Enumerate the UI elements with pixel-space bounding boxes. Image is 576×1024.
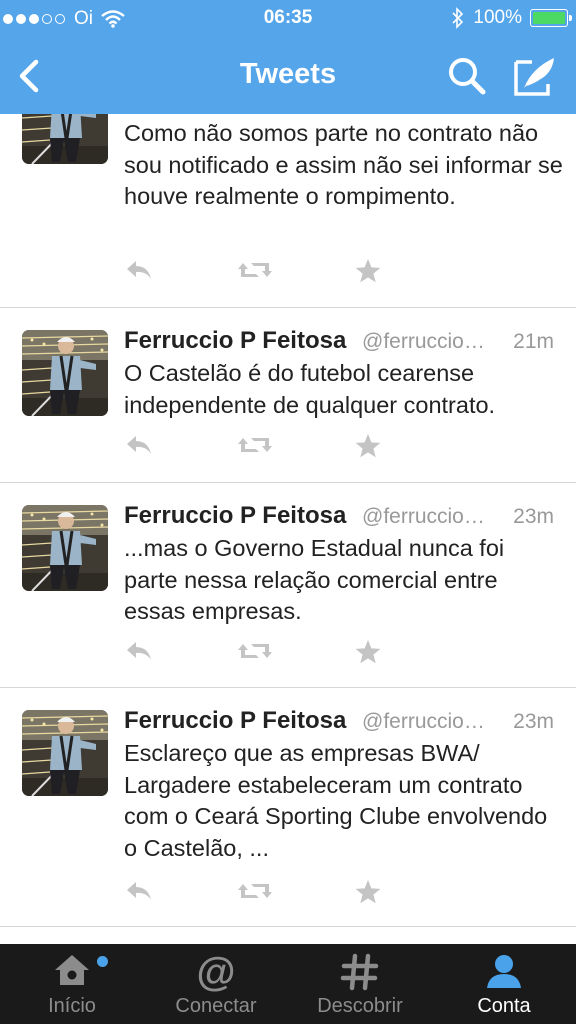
tweet-item[interactable]: Ferruccio P Feitosa @ferruccio… 23m Escl… — [0, 688, 576, 927]
favorite-star-icon[interactable] — [355, 879, 381, 905]
tweet-actions — [124, 879, 424, 909]
person-icon — [487, 955, 521, 988]
tweet-text: Esclareço que as empresas BWA/ Largadere… — [124, 740, 548, 861]
tab-descobrir[interactable]: Descobrir — [288, 944, 432, 1024]
reply-icon[interactable] — [124, 879, 154, 903]
battery-icon — [530, 9, 572, 27]
tweet-author-handle: @ferruccio… — [362, 330, 485, 353]
avatar[interactable] — [22, 505, 108, 591]
tab-bar: Início @ Conectar Descobrir Conta — [0, 944, 576, 1024]
header-bar: Oi 06:35 100% Tweets — [0, 0, 576, 114]
tab-label: Descobrir — [317, 995, 403, 1017]
tab-conta[interactable]: Conta — [432, 944, 576, 1024]
battery-level — [533, 12, 565, 24]
favorite-star-icon[interactable] — [355, 258, 381, 284]
tweet-text: ...mas o Governo Estadual nunca foi part… — [124, 535, 505, 624]
bluetooth-icon — [452, 7, 464, 29]
tweet-author-name: Ferruccio P Feitosa — [124, 327, 347, 354]
tweet-timestamp: 23m — [513, 505, 554, 528]
retweet-icon[interactable] — [237, 639, 273, 663]
retweet-icon[interactable] — [237, 258, 273, 282]
home-icon — [55, 955, 89, 985]
avatar[interactable] — [22, 330, 108, 416]
at-icon: @ — [196, 952, 235, 992]
favorite-star-icon[interactable] — [355, 433, 381, 459]
avatar[interactable] — [22, 114, 108, 164]
tweet-item[interactable]: Ferruccio P Feitosa @ferruccio… 21m O Ca… — [0, 308, 576, 483]
tweet-author-handle: @ferruccio… — [362, 710, 485, 733]
nav-bar: Tweets — [0, 38, 576, 114]
avatar[interactable] — [22, 710, 108, 796]
reply-icon[interactable] — [124, 433, 154, 457]
reply-icon[interactable] — [124, 639, 154, 663]
tweet-timeline[interactable]: Como não somos parte no contrato não sou… — [0, 114, 576, 944]
tweet-author-name: Ferruccio P Feitosa — [124, 707, 347, 734]
retweet-icon[interactable] — [237, 433, 273, 457]
reply-icon[interactable] — [124, 258, 154, 282]
tab-inicio[interactable]: Início — [0, 944, 144, 1024]
tweet-author-handle: @ferruccio… — [362, 505, 485, 528]
favorite-star-icon[interactable] — [355, 639, 381, 665]
battery-percent: 100% — [473, 7, 522, 28]
battery-cap — [569, 15, 572, 21]
search-icon[interactable] — [445, 56, 489, 96]
tab-label: Início — [48, 995, 96, 1017]
tweet-timestamp: 21m — [513, 330, 554, 353]
hashtag-icon — [340, 953, 379, 991]
tab-conectar[interactable]: @ Conectar — [144, 944, 288, 1024]
notification-dot — [97, 956, 108, 967]
tweet-actions — [124, 258, 424, 288]
tweet-text: O Castelão é do futebol cearense indepen… — [124, 360, 496, 418]
compose-icon[interactable] — [512, 54, 558, 98]
tweet-actions — [124, 433, 424, 463]
tweet-item[interactable]: Ferruccio P Feitosa @ferruccio… 23m ...m… — [0, 483, 576, 688]
svg-text:@: @ — [196, 952, 235, 992]
status-bar: Oi 06:35 100% — [0, 0, 576, 38]
retweet-icon[interactable] — [237, 879, 273, 903]
tweet-author-name: Ferruccio P Feitosa — [124, 502, 347, 529]
tweet-item[interactable]: Como não somos parte no contrato não sou… — [0, 114, 576, 308]
tab-label: Conta — [477, 995, 531, 1017]
status-right: 100% — [451, 7, 572, 29]
tweet-actions — [124, 639, 424, 669]
tweet-timestamp: 23m — [513, 710, 554, 733]
tweet-text: Como não somos parte no contrato não sou… — [124, 120, 563, 209]
page-title: Tweets — [239, 58, 337, 90]
tab-label: Conectar — [175, 995, 257, 1017]
